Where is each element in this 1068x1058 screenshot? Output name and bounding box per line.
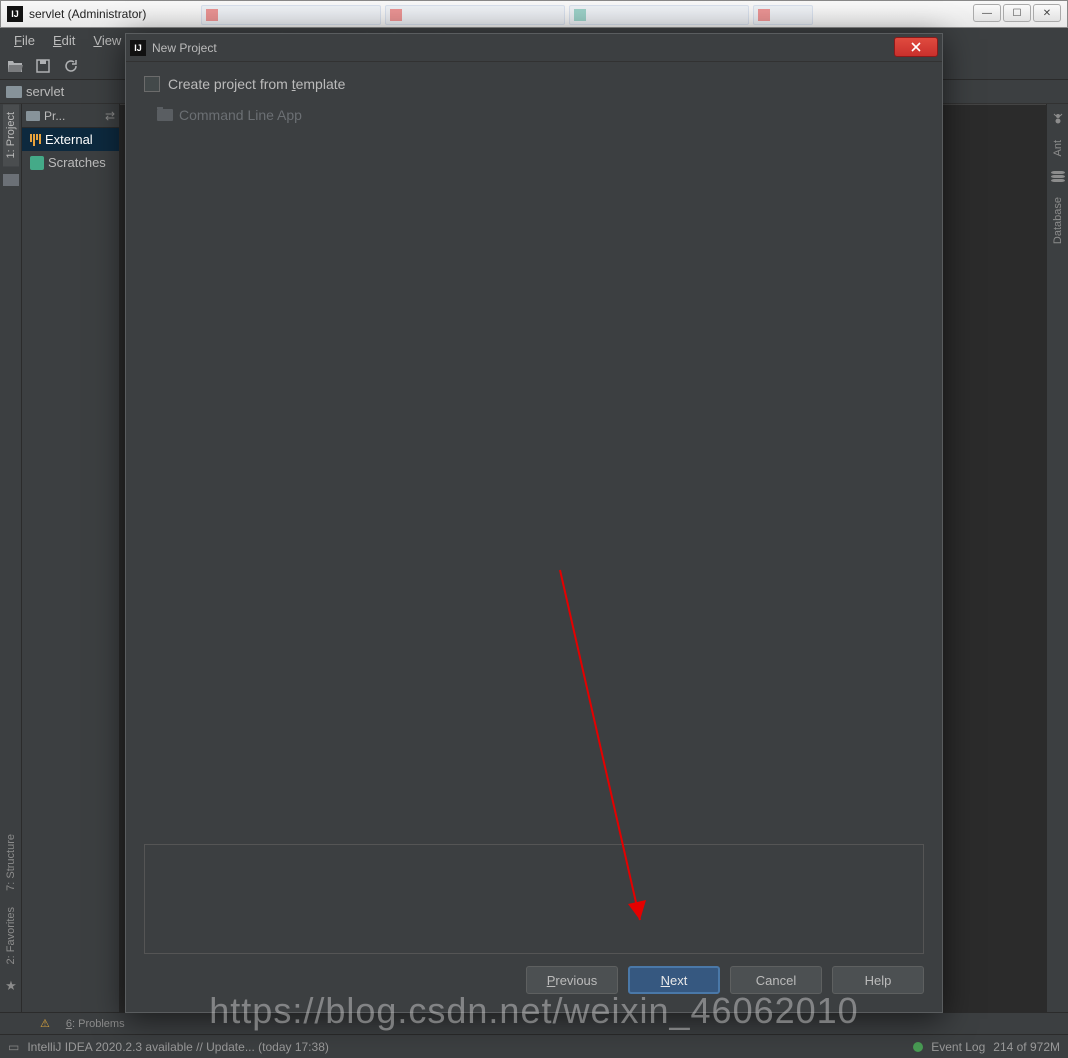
refresh-icon[interactable] bbox=[62, 57, 80, 75]
checkbox-label: Create project from template bbox=[168, 76, 345, 92]
folder-icon bbox=[26, 111, 40, 121]
save-icon[interactable] bbox=[34, 57, 52, 75]
dialog-titlebar[interactable]: IJ New Project bbox=[126, 34, 942, 62]
tool-folder-icon[interactable] bbox=[3, 174, 19, 186]
close-button[interactable]: ✕ bbox=[1033, 4, 1061, 22]
libraries-icon bbox=[30, 134, 41, 146]
template-list: Command Line App bbox=[144, 102, 924, 844]
next-button[interactable]: Next bbox=[628, 966, 720, 994]
cancel-button[interactable]: Cancel bbox=[730, 966, 822, 994]
sidebar-tab-structure[interactable]: 7: Structure bbox=[3, 826, 19, 899]
event-log-link[interactable]: Event Log bbox=[931, 1040, 985, 1054]
sidebar-tab-project[interactable]: 1: Project bbox=[3, 104, 19, 166]
checkbox[interactable] bbox=[144, 76, 160, 92]
sidebar-tab-database[interactable]: Database bbox=[1050, 189, 1066, 252]
tab-problems[interactable]: 6: Problems bbox=[66, 1018, 125, 1030]
close-icon bbox=[910, 41, 922, 53]
bottom-tabs: ⚠ 6: Problems bbox=[0, 1012, 1068, 1034]
scratch-icon bbox=[30, 156, 44, 170]
event-indicator-icon bbox=[913, 1042, 923, 1052]
database-icon bbox=[1051, 171, 1065, 183]
new-project-dialog: IJ New Project Create project from templ… bbox=[125, 33, 943, 1013]
menu-file[interactable]: File bbox=[6, 31, 43, 50]
status-message: IntelliJ IDEA 2020.2.3 available // Upda… bbox=[27, 1040, 905, 1054]
project-panel-header[interactable]: Pr... ⇄ bbox=[22, 104, 119, 128]
menu-edit[interactable]: Edit bbox=[45, 31, 83, 50]
status-bar: ▭ IntelliJ IDEA 2020.2.3 available // Up… bbox=[0, 1034, 1068, 1058]
template-checkbox-row[interactable]: Create project from template bbox=[144, 76, 924, 92]
right-gutter: Ant Database bbox=[1046, 104, 1068, 1012]
open-icon[interactable] bbox=[6, 57, 24, 75]
sidebar-tab-ant[interactable]: Ant bbox=[1050, 132, 1066, 165]
minimize-button[interactable]: — bbox=[973, 4, 1001, 22]
star-icon: ★ bbox=[5, 978, 17, 994]
menu-view[interactable]: View bbox=[85, 31, 129, 50]
taskbar-tabs bbox=[201, 5, 813, 25]
ant-icon bbox=[1051, 112, 1065, 126]
maximize-button[interactable]: ☐ bbox=[1003, 4, 1031, 22]
dialog-close-button[interactable] bbox=[894, 37, 938, 57]
window-title: servlet (Administrator) bbox=[29, 7, 146, 21]
breadcrumb-root[interactable]: servlet bbox=[26, 84, 64, 99]
template-label: Command Line App bbox=[179, 107, 302, 123]
panel-title: Pr... bbox=[44, 109, 65, 123]
previous-button[interactable]: Previous bbox=[526, 966, 618, 994]
memory-indicator[interactable]: 214 of 972M bbox=[993, 1040, 1060, 1054]
project-panel: Pr... ⇄ External Scratches bbox=[22, 104, 120, 1012]
app-icon: IJ bbox=[7, 6, 23, 22]
sidebar-tab-favorites[interactable]: 2: Favorites bbox=[3, 899, 19, 972]
window-titlebar: IJ servlet (Administrator) — ☐ ✕ bbox=[0, 0, 1068, 28]
template-item[interactable]: Command Line App bbox=[145, 103, 923, 127]
tree-item-external[interactable]: External bbox=[22, 128, 119, 151]
tree-item-scratches[interactable]: Scratches bbox=[22, 151, 119, 174]
dialog-title: New Project bbox=[152, 41, 217, 55]
dialog-button-row: Previous Next Cancel Help bbox=[144, 966, 924, 998]
help-button[interactable]: Help bbox=[832, 966, 924, 994]
folder-icon bbox=[6, 86, 22, 98]
folder-icon bbox=[157, 109, 173, 121]
app-icon: IJ bbox=[130, 40, 146, 56]
description-panel bbox=[144, 844, 924, 954]
